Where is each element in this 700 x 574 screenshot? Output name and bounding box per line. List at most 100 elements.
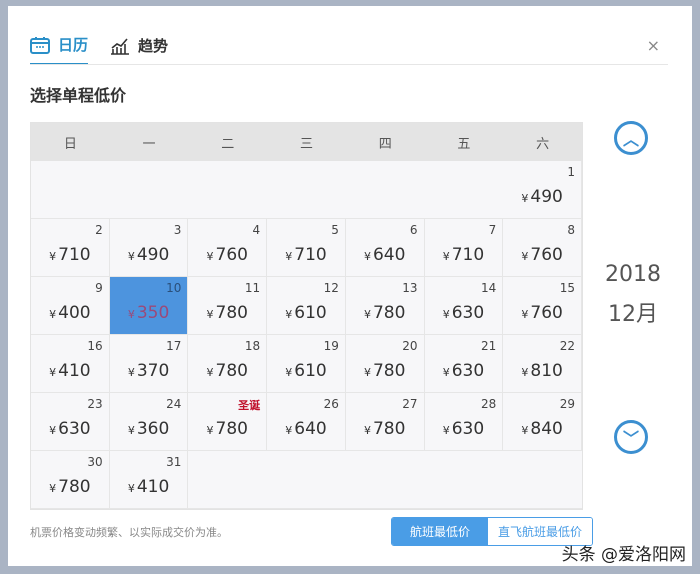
price-value: 760: [530, 303, 563, 323]
day-price: ¥780: [346, 303, 424, 323]
day-cell[interactable]: 11 ¥780: [188, 277, 268, 335]
price-value: 490: [136, 245, 170, 265]
currency-symbol: ¥: [127, 424, 135, 437]
day-price: ¥710: [31, 245, 109, 265]
tab-calendar[interactable]: 日历: [30, 34, 89, 65]
day-number: 21: [481, 339, 497, 353]
prev-month-button[interactable]: ︿: [614, 121, 648, 155]
day-cell[interactable]: 3 ¥490: [109, 219, 189, 277]
day-number: 20: [402, 339, 418, 353]
day-cell[interactable]: 圣诞 ¥780: [188, 393, 268, 451]
day-number: 13: [402, 281, 418, 295]
price-value: 760: [215, 245, 248, 265]
price-value: 780: [372, 303, 406, 323]
chevron-down-icon: ﹀: [622, 429, 639, 448]
price-value: 630: [58, 419, 91, 439]
empty-cells: [31, 161, 504, 219]
day-price: ¥350: [110, 303, 188, 323]
day-cell[interactable]: 15 ¥760: [503, 277, 582, 335]
currency-symbol: ¥: [521, 366, 529, 379]
currency-symbol: ¥: [285, 250, 293, 263]
day-cell[interactable]: 9 ¥400: [31, 277, 110, 335]
price-value: 780: [215, 303, 248, 323]
day-price: ¥630: [425, 361, 503, 381]
day-price: ¥760: [503, 303, 581, 323]
day-cell[interactable]: 8 ¥760: [503, 219, 582, 277]
day-cell[interactable]: 14 ¥630: [424, 277, 504, 335]
day-price: ¥840: [503, 419, 581, 439]
day-number: 11: [244, 281, 261, 295]
day-cell[interactable]: 12 ¥610: [267, 277, 346, 335]
weekday-label: 三: [299, 136, 313, 152]
price-value: 810: [530, 361, 563, 381]
day-cell-selected[interactable]: 10 ¥350: [109, 277, 189, 335]
day-cell[interactable]: 23 ¥630: [31, 393, 110, 451]
tab-bar: 日历 趋势: [30, 34, 168, 65]
day-cell[interactable]: 22 ¥810: [503, 335, 582, 393]
day-cell[interactable]: 31 ¥410: [109, 451, 189, 509]
close-button[interactable]: ×: [647, 36, 660, 55]
currency-symbol: ¥: [363, 366, 371, 379]
day-cell[interactable]: 28 ¥630: [424, 393, 504, 451]
day-cell[interactable]: 1 ¥490: [503, 161, 582, 219]
day-cell[interactable]: 16 ¥410: [31, 335, 110, 393]
day-cell[interactable]: 30 ¥780: [31, 451, 110, 509]
price-value: 630: [451, 361, 485, 381]
day-cell[interactable]: 29 ¥840: [503, 393, 582, 451]
price-value: 640: [294, 419, 327, 439]
weekday-label: 一: [142, 136, 156, 152]
empty-cells: [188, 451, 582, 509]
price-value: 840: [530, 419, 563, 439]
currency-symbol: ¥: [363, 250, 371, 263]
tab-divider: [30, 64, 668, 65]
day-cell[interactable]: 21 ¥630: [424, 335, 504, 393]
price-value: 710: [58, 245, 91, 265]
price-value: 780: [215, 419, 248, 439]
trend-chart-icon: [111, 37, 130, 55]
day-cell[interactable]: 17 ¥370: [109, 335, 189, 393]
tab-trend[interactable]: 趋势: [110, 35, 168, 64]
day-cell[interactable]: 2 ¥710: [31, 219, 110, 277]
day-price: ¥760: [188, 245, 266, 265]
currency-symbol: ¥: [442, 366, 450, 379]
day-number: 2: [95, 223, 103, 237]
day-number: 8: [567, 223, 575, 237]
day-cell[interactable]: 20 ¥780: [345, 335, 425, 393]
day-price: ¥780: [346, 419, 424, 439]
day-cell[interactable]: 18 ¥780: [188, 335, 268, 393]
currency-symbol: ¥: [442, 424, 450, 437]
currency-symbol: ¥: [521, 250, 529, 263]
day-cell[interactable]: 5 ¥710: [267, 219, 346, 277]
day-cell[interactable]: 27 ¥780: [345, 393, 425, 451]
price-value: 370: [136, 361, 170, 381]
currency-symbol: ¥: [521, 424, 529, 437]
day-number: 10: [166, 281, 182, 295]
currency-symbol: ¥: [206, 308, 214, 321]
currency-symbol: ¥: [285, 366, 293, 379]
lowest-price-option[interactable]: 航班最低价: [392, 518, 489, 545]
day-cell[interactable]: 24 ¥360: [109, 393, 189, 451]
day-cell[interactable]: 7 ¥710: [424, 219, 504, 277]
weekday-label: 六: [536, 136, 550, 152]
weekday-label: 四: [378, 136, 392, 152]
day-cell[interactable]: 6 ¥640: [345, 219, 425, 277]
weekday-label: 五: [457, 136, 471, 152]
day-number: 6: [409, 223, 418, 237]
day-price: ¥490: [503, 187, 581, 207]
day-cell[interactable]: 13 ¥780: [345, 277, 425, 335]
day-price: ¥630: [425, 303, 503, 323]
day-number: 1: [567, 165, 575, 179]
price-value: 640: [372, 245, 406, 265]
currency-symbol: ¥: [206, 250, 214, 263]
day-cell[interactable]: 4 ¥760: [188, 219, 268, 277]
currency-symbol: ¥: [363, 424, 371, 437]
day-cell[interactable]: 26 ¥640: [267, 393, 346, 451]
price-value: 410: [136, 477, 170, 497]
price-value: 710: [294, 245, 327, 265]
next-month-button[interactable]: ﹀: [614, 420, 648, 454]
day-number: 15: [559, 281, 575, 295]
weekday-label: 日: [63, 136, 77, 152]
day-number: 18: [244, 339, 261, 353]
day-cell[interactable]: 19 ¥610: [267, 335, 346, 393]
day-number: 14: [481, 281, 497, 295]
